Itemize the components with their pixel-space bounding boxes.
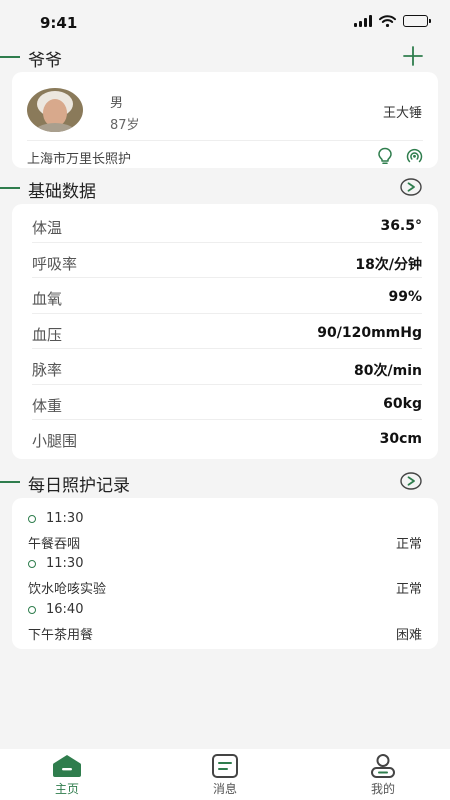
record-time: 11:30 <box>46 511 84 526</box>
basic-data-card: 体温 36.5° 呼吸率 18次/分钟 血氧 99% 血压 90/120mmHg… <box>12 204 438 459</box>
data-value: 18次/分钟 <box>355 256 422 273</box>
data-value: 30cm <box>379 431 422 447</box>
status-time: 9:41 <box>40 14 78 32</box>
tab-profile[interactable]: 我的 <box>338 749 428 800</box>
arrow-right-icon[interactable] <box>400 178 422 196</box>
profile-section-title: 爷爷 <box>28 51 62 71</box>
data-row: 体重 60kg <box>32 385 422 420</box>
list-item[interactable]: 16:40 下午茶用餐 困难 <box>28 602 422 649</box>
tab-label: 消息 <box>212 782 237 796</box>
message-icon <box>212 754 238 778</box>
profile-card[interactable]: 男 87岁 王大锤 上海市万里长照护 <box>12 72 438 168</box>
data-value: 80次/min <box>354 363 422 379</box>
tab-messages[interactable]: 消息 <box>180 749 270 800</box>
tab-label: 我的 <box>370 782 395 796</box>
care-records-section-title: 每日照护记录 <box>28 476 130 496</box>
name-text: 王大锤 <box>382 106 422 121</box>
data-row: 呼吸率 18次/分钟 <box>32 243 422 278</box>
timeline-dot <box>28 606 36 614</box>
data-row: 血氧 99% <box>32 278 422 314</box>
data-value: 36.5° <box>380 218 422 234</box>
list-item[interactable]: 11:30 午餐吞咽 正常 <box>28 511 422 558</box>
record-time: 16:40 <box>46 602 84 617</box>
status-icons <box>354 15 431 27</box>
timeline-dot <box>28 560 36 568</box>
radar-icon[interactable] <box>405 147 424 165</box>
tab-bar: 主页 消息 我的 <box>0 749 450 800</box>
section-accent-bar <box>0 481 20 483</box>
data-label: 呼吸率 <box>32 254 78 273</box>
record-description: 饮水呛咳实验 <box>28 582 107 597</box>
status-bar: 9:41 <box>0 0 450 44</box>
section-accent-bar <box>0 56 20 58</box>
basic-data-section-title: 基础数据 <box>28 182 96 202</box>
avatar <box>27 88 83 132</box>
data-label: 体重 <box>32 396 63 415</box>
cellular-signal-icon <box>354 15 372 27</box>
tab-home[interactable]: 主页 <box>22 749 112 800</box>
care-records-card: 11:30 午餐吞咽 正常 11:30 饮水呛咳实验 正常 16:40 下午茶用… <box>12 498 438 649</box>
care-records-section-header: 每日照护记录 <box>0 467 450 497</box>
arrow-right-icon[interactable] <box>400 472 422 490</box>
address-text: 上海市万里长照护 <box>27 152 132 167</box>
profile-section-header: 爷爷 <box>0 42 450 72</box>
home-icon <box>53 755 81 777</box>
section-accent-bar <box>0 187 20 189</box>
data-value: 99% <box>388 289 422 305</box>
data-row: 体温 36.5° <box>32 207 422 243</box>
data-label: 体温 <box>32 219 63 237</box>
record-description: 午餐吞咽 <box>28 537 81 552</box>
timeline-dot <box>28 515 36 523</box>
tab-label: 主页 <box>54 782 79 796</box>
data-row: 小腿围 30cm <box>32 420 422 456</box>
data-value: 90/120mmHg <box>317 324 422 341</box>
record-time: 11:30 <box>46 556 84 571</box>
data-label: 小腿围 <box>32 432 78 450</box>
record-status: 正常 <box>395 582 422 597</box>
data-row: 脉率 80次/min <box>32 349 422 385</box>
location-bulb-icon[interactable] <box>377 147 393 165</box>
data-label: 脉率 <box>32 361 63 379</box>
profile-icon <box>371 754 395 778</box>
data-row: 血压 90/120mmHg <box>32 314 422 349</box>
data-value: 60kg <box>383 395 422 412</box>
record-description: 下午茶用餐 <box>28 628 94 643</box>
add-icon[interactable] <box>402 45 424 67</box>
record-status: 困难 <box>395 628 422 643</box>
basic-data-section-header: 基础数据 <box>0 173 450 203</box>
data-label: 血氧 <box>32 290 63 308</box>
battery-icon <box>403 15 431 27</box>
wifi-icon <box>379 15 396 27</box>
data-label: 血压 <box>32 325 63 344</box>
profile-divider <box>27 140 423 141</box>
list-item[interactable]: 11:30 饮水呛咳实验 正常 <box>28 556 422 603</box>
age-text: 87岁 <box>110 118 140 133</box>
gender-text: 男 <box>110 96 124 111</box>
record-status: 正常 <box>395 537 422 552</box>
